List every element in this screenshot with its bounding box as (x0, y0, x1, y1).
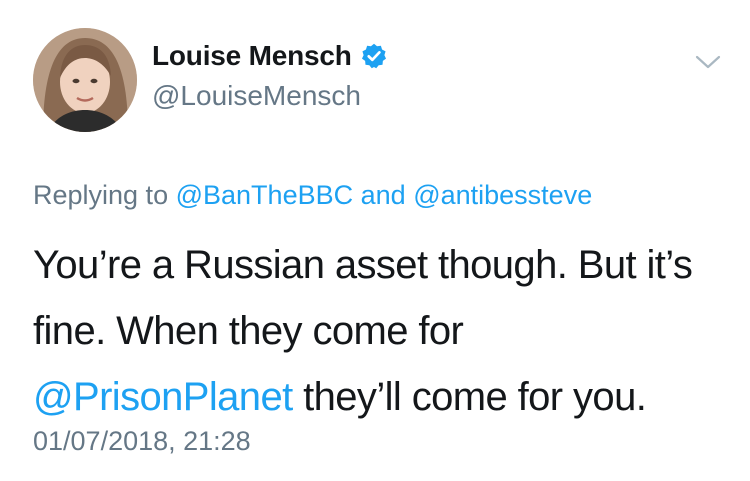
mention-link[interactable]: @BanTheBBC (176, 180, 354, 210)
verified-badge-icon (360, 42, 388, 70)
author-name-row[interactable]: Louise Mensch (152, 40, 388, 72)
tweet-text-line: fine. When they come for (33, 309, 464, 353)
chevron-down-icon[interactable] (693, 52, 723, 72)
tweet-timestamp[interactable]: 01/07/2018, 21:28 (33, 426, 251, 457)
replying-to-label: Replying to (33, 180, 169, 210)
mention-link[interactable]: @PrisonPlanet (33, 375, 293, 419)
reply-conjunction: and (360, 180, 406, 210)
tweet-text: You’re a Russian asset though. But it’s … (33, 232, 733, 430)
replying-to-line: Replying to @BanTheBBC and @antibessteve (33, 180, 592, 211)
author-handle[interactable]: @LouiseMensch (152, 80, 361, 112)
avatar[interactable] (33, 28, 137, 132)
mention-link[interactable]: @antibessteve (413, 180, 592, 210)
avatar-photo (33, 28, 137, 132)
tweet-text-line: You’re a Russian asset though. But it’s (33, 243, 693, 287)
tweet-text-line: they’ll come for you. (292, 375, 647, 419)
display-name[interactable]: Louise Mensch (152, 40, 352, 72)
tweet-card: Louise Mensch @LouiseMensch Replying to … (0, 0, 750, 481)
